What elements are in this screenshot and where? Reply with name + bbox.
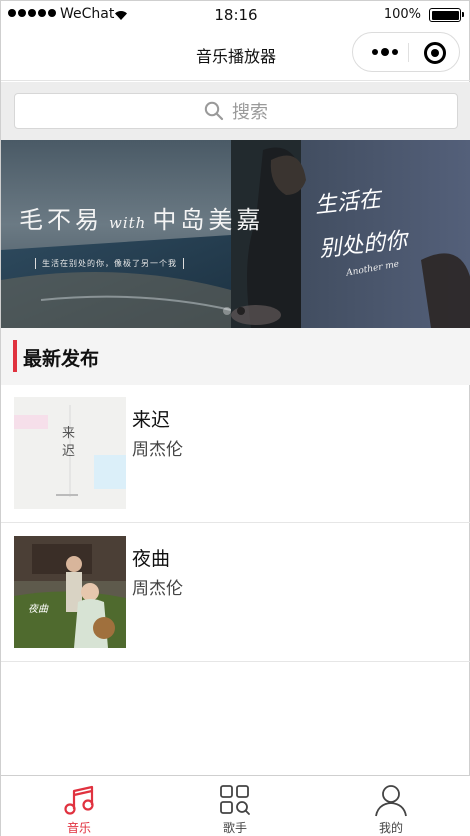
- song-artist: 周杰伦: [132, 579, 183, 599]
- search-icon: [204, 101, 224, 121]
- app-page: WeChat 18:16 100% 音乐播放器 搜索 毛不易 with 中岛美嘉…: [0, 0, 470, 836]
- battery-icon: [429, 8, 464, 22]
- close-mini-program-icon[interactable]: [424, 42, 446, 64]
- album-cover: 夜曲: [14, 536, 126, 648]
- song-item[interactable]: 夜曲 夜曲 周杰伦: [1, 524, 470, 662]
- tab-label: 音乐: [66, 821, 91, 835]
- song-artist: 周杰伦: [132, 440, 183, 460]
- section-accent-bar: [13, 340, 17, 372]
- person-icon: [375, 785, 407, 817]
- capsule-divider: [408, 43, 409, 62]
- tab-music[interactable]: 音乐: [1, 776, 157, 836]
- album-cover: 来迟: [14, 397, 126, 509]
- search-input[interactable]: 搜索: [14, 93, 458, 129]
- tab-singers[interactable]: 歌手: [157, 776, 313, 836]
- section-header: 最新发布: [1, 328, 470, 385]
- banner-artist-text: 毛不易 with 中岛美嘉: [19, 206, 265, 234]
- carousel-dot-active[interactable]: [237, 307, 245, 315]
- search-bar: 搜索: [1, 82, 470, 140]
- album-cover-title: 来迟: [62, 426, 76, 459]
- status-bar: WeChat 18:16 100%: [1, 1, 470, 29]
- carousel-indicator: [223, 307, 245, 315]
- mini-program-capsule: [352, 32, 460, 72]
- song-title: 夜曲: [132, 548, 171, 570]
- album-cover-title: 夜曲: [28, 604, 48, 615]
- tab-label: 歌手: [222, 821, 247, 835]
- song-title: 来迟: [132, 409, 171, 431]
- grid-search-icon: [220, 785, 250, 815]
- battery-percentage: 100%: [383, 7, 421, 22]
- carousel-dot[interactable]: [223, 307, 231, 315]
- song-item[interactable]: 来迟 来迟 周杰伦: [1, 385, 470, 523]
- tab-mine[interactable]: 我的: [313, 776, 469, 836]
- banner-tagline: 生活在别处的你，像极了另一个我: [35, 258, 184, 269]
- tab-bar: 音乐 歌手 我的: [1, 775, 470, 836]
- tab-label: 我的: [378, 821, 403, 835]
- section-title: 最新发布: [23, 348, 100, 370]
- search-placeholder: 搜索: [232, 102, 268, 123]
- banner-handwritten-title: 生活在 别处的你: [313, 186, 409, 263]
- music-note-icon: [64, 785, 94, 815]
- more-options-icon[interactable]: [365, 33, 405, 71]
- banner-carousel[interactable]: 毛不易 with 中岛美嘉 生活在别处的你，像极了另一个我 生活在 别处的你 Ano…: [1, 140, 470, 328]
- navigation-bar: 音乐播放器: [1, 29, 470, 81]
